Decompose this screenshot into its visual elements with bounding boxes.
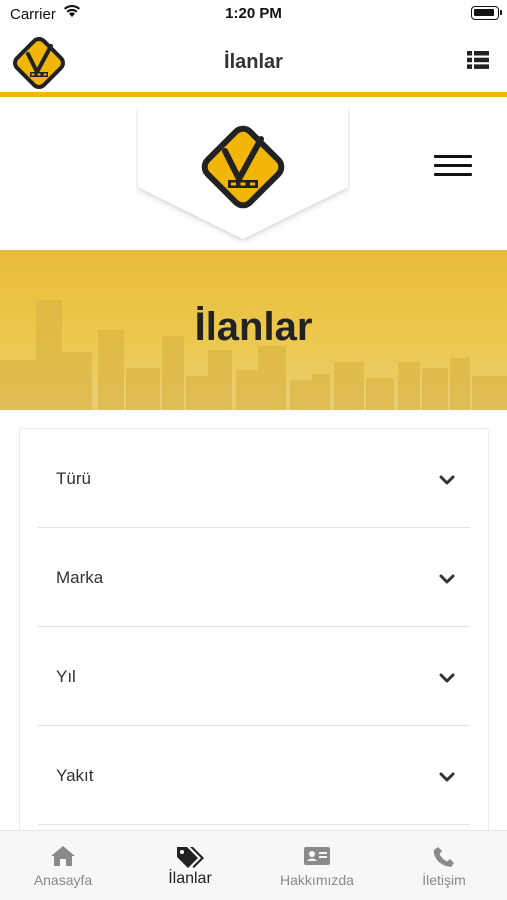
tab-label: İlanlar [168, 870, 212, 887]
filter-brand-select[interactable]: Marka [38, 528, 470, 627]
tab-listings[interactable]: İlanlar [127, 831, 253, 900]
status-time: 1:20 PM [225, 5, 282, 22]
filter-label: Türü [56, 469, 91, 488]
battery-icon [471, 6, 502, 20]
site-header [0, 97, 507, 250]
page-banner: İlanlar [0, 250, 507, 410]
filter-panel: Türü Marka Yıl Yakıt [19, 428, 489, 838]
filter-fuel-select[interactable]: Yakıt [38, 726, 470, 825]
chevron-down-icon [439, 572, 455, 590]
filter-label: Yakıt [56, 766, 94, 785]
tab-contact[interactable]: İletişim [381, 831, 507, 900]
id-card-icon [254, 845, 380, 869]
chevron-down-icon [439, 473, 455, 491]
header-title: İlanlar [224, 51, 283, 73]
filter-label: Marka [56, 568, 104, 587]
tab-label: Hakkımızda [280, 872, 354, 888]
phone-icon [381, 845, 507, 869]
filter-label: Yıl [56, 667, 76, 686]
home-icon [0, 845, 126, 869]
tab-home[interactable]: Anasayfa [0, 831, 126, 900]
site-logo[interactable] [136, 107, 350, 243]
filter-year-select[interactable]: Yıl [38, 627, 470, 726]
tab-about[interactable]: Hakkımızda [254, 831, 380, 900]
status-bar: Carrier 1:20 PM [0, 0, 507, 30]
filter-type-select[interactable]: Türü [38, 429, 470, 528]
tab-label: İletişim [422, 872, 466, 888]
tags-icon [127, 845, 253, 869]
bottom-tab-bar: Anasayfa İlanlar Hakkımızda İletişim [0, 830, 507, 900]
hamburger-menu-icon[interactable] [434, 155, 472, 177]
tab-label: Anasayfa [33, 872, 93, 888]
list-icon[interactable] [467, 51, 489, 74]
chevron-down-icon [439, 671, 455, 689]
banner-title: İlanlar [194, 305, 313, 349]
chevron-down-icon [439, 770, 455, 788]
app-header: İlanlar [0, 30, 507, 92]
